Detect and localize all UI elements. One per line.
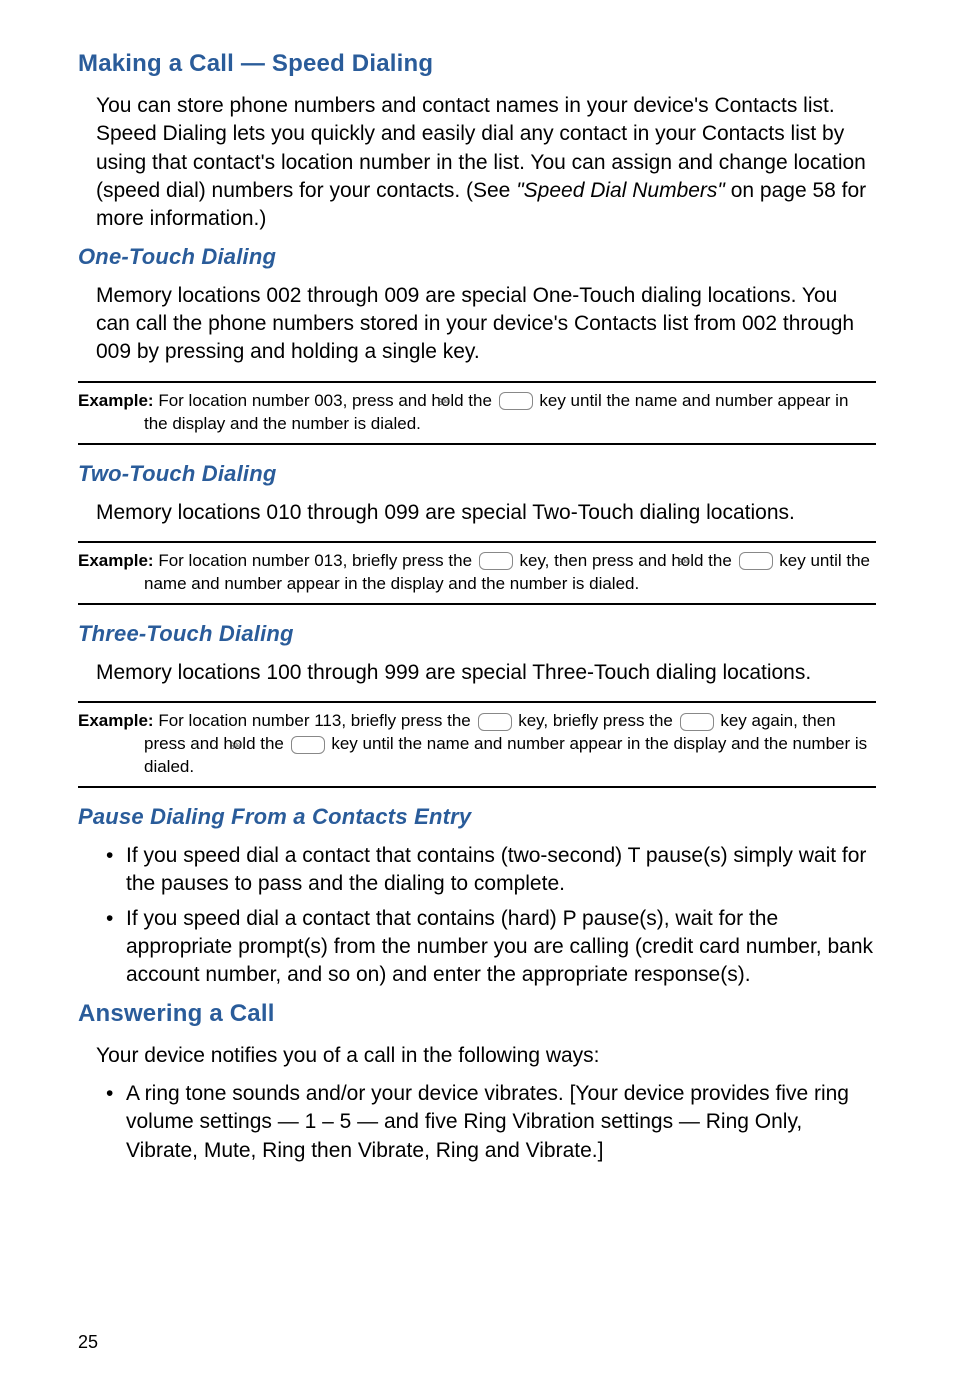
example-three-touch-text: Example: For location number 113, briefl… xyxy=(78,710,876,779)
list-item: If you speed dial a contact that contain… xyxy=(106,842,876,899)
ex2-b: key, then press and hold the xyxy=(515,551,737,570)
example-label: Example: xyxy=(78,711,154,730)
heading-making-a-call: Making a Call — Speed Dialing xyxy=(78,50,876,78)
key-3-icon xyxy=(739,552,773,570)
one-touch-paragraph: Memory locations 002 through 009 are spe… xyxy=(96,282,876,367)
intro-paragraph: You can store phone numbers and contact … xyxy=(96,92,876,234)
example-box-one-touch: Example: For location number 003, press … xyxy=(78,381,876,445)
heading-two-touch: Two-Touch Dialing xyxy=(78,461,876,487)
ex3-a: For location number 113, briefly press t… xyxy=(154,711,476,730)
ex2-a: For location number 013, briefly press t… xyxy=(154,551,477,570)
answering-paragraph: Your device notifies you of a call in th… xyxy=(96,1042,876,1070)
answering-list: A ring tone sounds and/or your device vi… xyxy=(106,1080,876,1165)
example-box-three-touch: Example: For location number 113, briefl… xyxy=(78,701,876,788)
heading-three-touch: Three-Touch Dialing xyxy=(78,621,876,647)
example-label: Example: xyxy=(78,391,154,410)
heading-answering-call: Answering a Call xyxy=(78,1000,876,1028)
example-label: Example: xyxy=(78,551,154,570)
key-3-icon xyxy=(291,736,325,754)
ex3-b: key, briefly press the xyxy=(514,711,678,730)
key-1-icon xyxy=(478,713,512,731)
intro-link-ref: "Speed Dial Numbers" xyxy=(516,179,725,202)
heading-pause-dialing: Pause Dialing From a Contacts Entry xyxy=(78,804,876,830)
example-two-touch-text: Example: For location number 013, briefl… xyxy=(78,550,876,596)
three-touch-paragraph: Memory locations 100 through 999 are spe… xyxy=(96,659,876,687)
example-box-two-touch: Example: For location number 013, briefl… xyxy=(78,541,876,605)
list-item: If you speed dial a contact that contain… xyxy=(106,905,876,990)
pause-dialing-list: If you speed dial a contact that contain… xyxy=(106,842,876,990)
key-1-icon xyxy=(479,552,513,570)
example-one-touch-text: Example: For location number 003, press … xyxy=(78,390,876,436)
key-3-icon xyxy=(499,392,533,410)
two-touch-paragraph: Memory locations 010 through 099 are spe… xyxy=(96,499,876,527)
heading-one-touch: One-Touch Dialing xyxy=(78,244,876,270)
key-1-icon xyxy=(680,713,714,731)
list-item: A ring tone sounds and/or your device vi… xyxy=(106,1080,876,1165)
page-number: 25 xyxy=(78,1332,98,1353)
